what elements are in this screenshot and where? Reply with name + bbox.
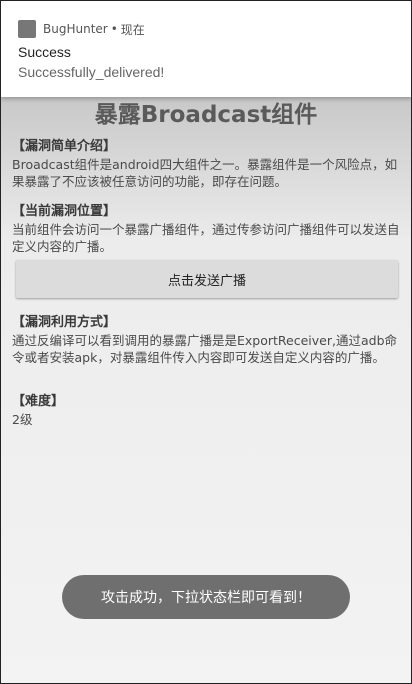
toast-message: 攻击成功，下拉状态栏即可看到！ (62, 575, 350, 619)
section-location-body: 当前组件会访问一个暴露广播组件，通过传参访问广播组件可以发送自定义内容的广播。 (12, 222, 400, 254)
page-title: 暴露Broadcast组件 (94, 102, 318, 128)
section-exploit-heading: 【漏洞利用方式】 (12, 315, 117, 330)
notification-header: BugHunter • 现在 (18, 20, 145, 38)
section-difficulty-heading: 【难度】 (12, 394, 65, 409)
notification-app-name: BugHunter (43, 22, 108, 36)
notification-time: 现在 (120, 22, 145, 37)
section-intro: 【漏洞简单介绍】 Broadcast组件是android四大组件之一。暴露组件是… (12, 138, 402, 190)
section-intro-heading: 【漏洞简单介绍】 (12, 139, 117, 154)
section-difficulty-body: 2级 (12, 412, 33, 427)
app-icon (18, 20, 36, 38)
notification-text: Successfully_delivered! (18, 64, 165, 80)
notification-title: Success (18, 44, 71, 60)
section-intro-body: Broadcast组件是android四大组件之一。暴露组件是一个风险点，如果暴… (12, 157, 398, 189)
section-location-heading: 【当前漏洞位置】 (12, 204, 117, 219)
section-difficulty: 【难度】 2级 (12, 393, 402, 428)
section-location: 【当前漏洞位置】 当前组件会访问一个暴露广播组件，通过传参访问广播组件可以发送自… (12, 203, 402, 255)
notification-card[interactable]: BugHunter • 现在 Success Successfully_deli… (1, 1, 411, 97)
phone-screen: BugHunter • 现在 Success Successfully_deli… (0, 0, 412, 684)
notification-separator: • (110, 22, 118, 36)
send-broadcast-button[interactable]: 点击发送广播 (16, 260, 398, 298)
section-exploit: 【漏洞利用方式】 通过反编译可以看到调用的暴露广播是是ExportReceive… (12, 314, 402, 366)
section-exploit-body: 通过反编译可以看到调用的暴露广播是是ExportReceiver,通过adb命令… (12, 333, 397, 365)
